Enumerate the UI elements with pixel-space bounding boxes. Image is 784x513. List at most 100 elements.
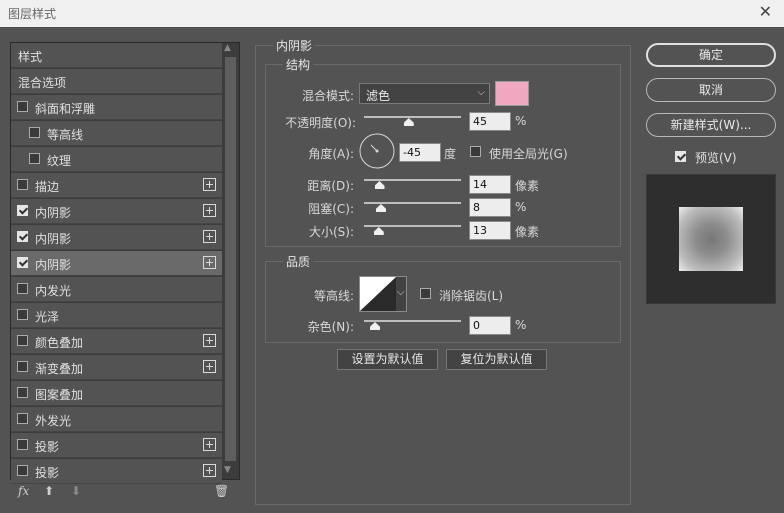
style-list-panel: 样式 混合选项 斜面和浮雕 等高线 纹理 描边 内阴影 内阴影 内阴影 内发光 光泽 颜色叠加 渐变叠加… — [10, 42, 240, 484]
style-item-label: 投影 — [35, 440, 60, 454]
style-item-checkbox[interactable] — [29, 127, 40, 138]
opacity-label: 不透明度(O): — [285, 116, 356, 130]
noise-slider[interactable] — [364, 320, 461, 322]
ok-button[interactable]: 确定 — [646, 43, 776, 67]
quality-title: 品质 — [283, 253, 314, 270]
style-list-item[interactable]: 内发光 — [11, 277, 222, 302]
style-item-checkbox[interactable] — [17, 413, 28, 424]
style-item-checkbox[interactable] — [17, 283, 28, 294]
style-item-checkbox[interactable] — [17, 465, 28, 476]
global-light-checkbox[interactable] — [470, 146, 481, 157]
opacity-unit: % — [515, 114, 527, 128]
style-item-label: 混合选项 — [18, 76, 67, 90]
style-list-item[interactable]: 内阴影 — [11, 225, 222, 250]
scrollbar-thumb[interactable] — [225, 57, 236, 461]
scroll-down-icon[interactable]: ▼ — [224, 465, 231, 475]
style-list-item[interactable]: 投影 — [11, 433, 222, 458]
move-down-icon[interactable]: ⬇ — [71, 484, 81, 498]
angle-dial-icon — [359, 133, 395, 169]
noise-label: 杂色(N): — [307, 320, 354, 334]
style-list-item[interactable]: 内阴影 — [11, 251, 222, 276]
new-style-button[interactable]: 新建样式(W)... — [646, 113, 776, 137]
size-slider[interactable] — [364, 225, 461, 227]
choke-slider[interactable] — [364, 202, 461, 204]
style-list-item[interactable]: 颜色叠加 — [11, 329, 222, 354]
reset-default-button[interactable]: 复位为默认值 — [446, 349, 547, 370]
trash-icon[interactable]: 🗑 — [214, 484, 229, 498]
angle-dial[interactable] — [359, 133, 395, 169]
style-list-item[interactable]: 描边 — [11, 173, 222, 198]
opacity-slider[interactable] — [364, 116, 461, 118]
close-icon[interactable]: ✕ — [759, 2, 772, 21]
preview-swatch — [679, 207, 743, 271]
add-effect-plus-icon[interactable] — [203, 204, 216, 217]
size-input[interactable]: 13 — [469, 221, 511, 240]
style-item-label: 渐变叠加 — [35, 362, 84, 376]
style-item-checkbox[interactable] — [29, 153, 40, 164]
style-item-label: 纹理 — [47, 154, 72, 168]
noise-unit: % — [515, 318, 527, 332]
style-item-checkbox[interactable] — [17, 205, 28, 216]
angle-input[interactable]: -45 — [399, 143, 441, 162]
style-item-checkbox[interactable] — [17, 335, 28, 346]
style-list-item[interactable]: 内阴影 — [11, 199, 222, 224]
angle-label: 角度(A): — [308, 147, 354, 161]
style-item-label: 内阴影 — [35, 232, 72, 246]
style-list-footer: fx ⬆ ⬇ 🗑 — [10, 480, 238, 504]
style-list-item[interactable]: 外发光 — [11, 407, 222, 432]
fx-icon[interactable]: fx — [18, 484, 29, 498]
style-list-item[interactable]: 纹理 — [11, 147, 222, 172]
style-list-item[interactable]: 混合选项 — [11, 69, 222, 94]
style-item-checkbox[interactable] — [17, 309, 28, 320]
blend-mode-select[interactable]: 滤色 ⌵ — [359, 83, 490, 104]
style-item-label: 内发光 — [35, 284, 72, 298]
title-bar: 图层样式 ✕ — [0, 0, 784, 27]
blend-mode-value: 滤色 — [366, 89, 391, 103]
add-effect-plus-icon[interactable] — [203, 334, 216, 347]
style-list-item[interactable]: 斜面和浮雕 — [11, 95, 222, 120]
noise-input[interactable]: 0 — [469, 316, 511, 335]
style-list-item[interactable]: 图案叠加 — [11, 381, 222, 406]
style-item-label: 等高线 — [47, 128, 84, 142]
window-title: 图层样式 — [8, 7, 57, 21]
style-item-label: 投影 — [35, 466, 60, 480]
contour-preview-icon — [360, 277, 396, 311]
chevron-down-icon: ⌵ — [477, 87, 485, 98]
style-item-checkbox[interactable] — [17, 361, 28, 372]
style-item-checkbox[interactable] — [17, 101, 28, 112]
choke-input[interactable]: 8 — [469, 198, 511, 217]
make-default-button[interactable]: 设置为默认值 — [337, 349, 438, 370]
style-item-checkbox[interactable] — [17, 179, 28, 190]
style-item-label: 外发光 — [35, 414, 72, 428]
cancel-button[interactable]: 取消 — [646, 78, 776, 102]
style-list-item[interactable]: 等高线 — [11, 121, 222, 146]
opacity-input[interactable]: 45 — [469, 112, 511, 131]
style-item-checkbox[interactable] — [17, 231, 28, 242]
add-effect-plus-icon[interactable] — [203, 438, 216, 451]
distance-input[interactable]: 14 — [469, 175, 511, 194]
style-list-item[interactable]: 光泽 — [11, 303, 222, 328]
distance-label: 距离(D): — [307, 179, 354, 193]
style-item-checkbox[interactable] — [17, 257, 28, 268]
contour-picker[interactable]: ⌵ — [359, 276, 407, 312]
add-effect-plus-icon[interactable] — [203, 360, 216, 373]
contour-label: 等高线: — [313, 289, 354, 303]
add-effect-plus-icon[interactable] — [203, 178, 216, 191]
style-item-checkbox[interactable] — [17, 387, 28, 398]
shadow-color-swatch[interactable] — [495, 81, 529, 106]
preview-box — [646, 174, 776, 304]
add-effect-plus-icon[interactable] — [203, 256, 216, 269]
section-title: 内阴影 — [273, 37, 316, 54]
style-item-label: 内阴影 — [35, 258, 72, 272]
antialias-checkbox[interactable] — [420, 288, 431, 299]
add-effect-plus-icon[interactable] — [203, 230, 216, 243]
distance-slider[interactable] — [364, 179, 461, 181]
style-item-checkbox[interactable] — [17, 439, 28, 450]
scroll-up-icon[interactable]: ▲ — [224, 43, 231, 53]
style-list-item[interactable]: 渐变叠加 — [11, 355, 222, 380]
add-effect-plus-icon[interactable] — [203, 464, 216, 477]
style-item-label: 光泽 — [35, 310, 60, 324]
style-list-item[interactable]: 样式 — [11, 43, 222, 68]
move-up-icon[interactable]: ⬆ — [44, 484, 54, 498]
preview-checkbox[interactable] — [675, 151, 686, 162]
